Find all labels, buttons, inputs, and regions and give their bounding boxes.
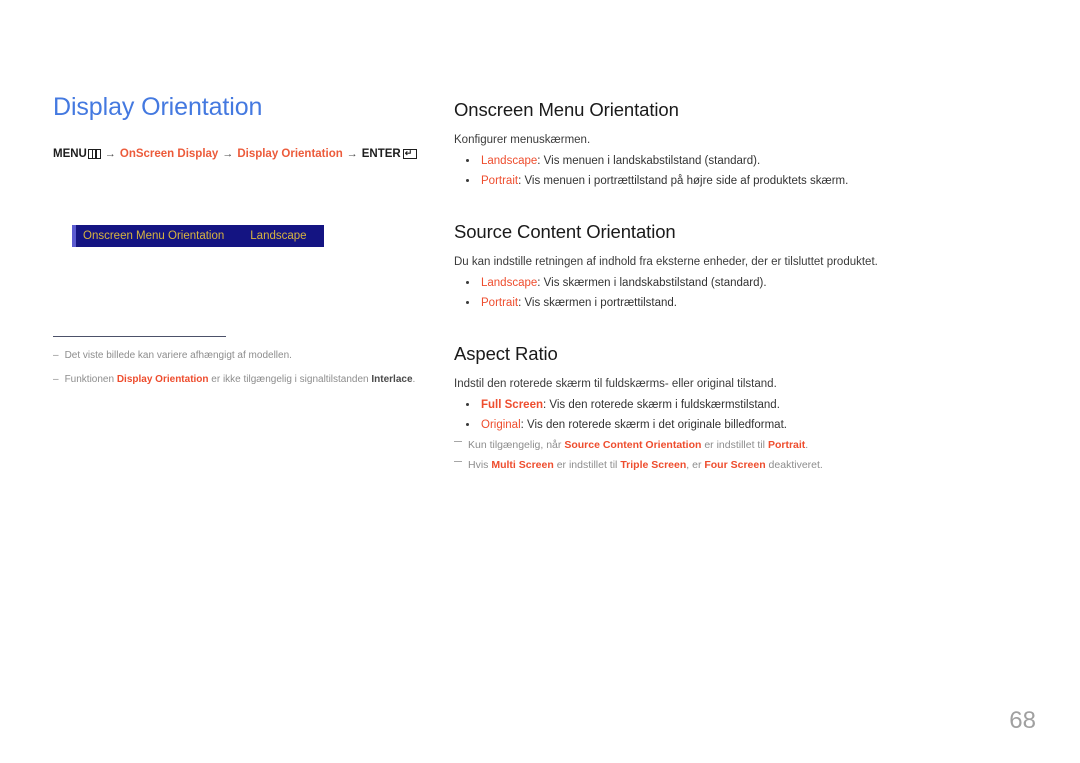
section-2-bullet-0-fragment-0[interactable]: Full Screen <box>481 399 543 411</box>
section-2-subnote-0-fragment-4: . <box>805 439 809 451</box>
section-1-bullet-1-fragment-0[interactable]: Portrait <box>481 297 518 309</box>
section-heading: Aspect Ratio <box>454 343 558 364</box>
path-arrow-1: → <box>104 148 116 160</box>
section-2-subnote-0-fragment-2: er indstillet til <box>701 439 768 451</box>
section-0-bullet-0-fragment-0[interactable]: Landscape <box>481 155 537 167</box>
section-2-subnote-1-fragment-0: Hvis <box>468 459 492 471</box>
footnote-1-fragment-4: . <box>412 374 416 385</box>
section-2-subnote-0-fragment-0: Kun tilgængelig, når <box>468 439 565 451</box>
footnote-1-fragment-3[interactable]: Interlace <box>371 374 412 385</box>
footnote-0-fragment-0: Det viste billede kan variere afhængigt … <box>64 350 292 361</box>
section-intro: Konfigurer menuskærmen. <box>454 134 591 146</box>
section-2-subnote-0-fragment-1[interactable]: Source Content Orientation <box>564 439 701 451</box>
section-2-bullet-0-fragment-1: : Vis den roterede skærm i fuldskærmstil… <box>543 399 780 411</box>
menu-path-breadcrumb: MENU → OnScreen Display → Display Orient… <box>53 147 433 161</box>
section-list: Onscreen Menu Orientation Konfigurer menu… <box>454 98 1024 475</box>
section-subnote: Hvis Multi Screen er indstillet til Trip… <box>454 455 1024 475</box>
section-intro: Indstil den roterede skærm til fuldskærm… <box>454 378 777 390</box>
osd-preview-value[interactable]: Landscape <box>250 229 306 243</box>
page-number: 68 <box>1009 707 1036 734</box>
enter-return-icon: ↵ <box>402 148 417 159</box>
left-footnotes: – Det viste billede kan variere afhængigt… <box>53 336 453 397</box>
list-item: Full Screen: Vis den roterede skærm i fu… <box>454 395 1024 415</box>
footnote-1-fragment-1[interactable]: Display Orientation <box>117 374 209 385</box>
footnote-text: Det viste billede kan variere afhængigt … <box>65 349 292 363</box>
right-column: Onscreen Menu Orientation Konfigurer menu… <box>454 98 1024 475</box>
footnote-dash-icon: – <box>53 350 59 361</box>
footnote-item: – Funktionen Display Orientation er ikke … <box>53 373 453 387</box>
section-subnote: Kun tilgængelig, når Source Content Orie… <box>454 435 1024 455</box>
section-2-subnote-1-fragment-5[interactable]: Four Screen <box>704 459 765 471</box>
menu-enter-label: ENTER <box>361 148 401 160</box>
footnote-divider <box>53 336 226 337</box>
menu-path-step-display-orientation[interactable]: Display Orientation <box>237 147 342 161</box>
path-arrow-3: → <box>346 148 358 160</box>
left-column: Display Orientation MENU → OnScreen Disp… <box>53 92 433 161</box>
section: Source Content Orientation Du kan indstil… <box>454 220 1024 313</box>
list-item: Original: Vis den roterede skærm i det o… <box>454 415 1024 435</box>
menu-root-label: MENU <box>53 148 87 160</box>
footnote-text: Funktionen Display Orientation er ikke t… <box>65 373 416 387</box>
section-2-subnote-1-fragment-4: , er <box>686 459 705 471</box>
footnote-list: – Det viste billede kan variere afhængigt… <box>53 349 453 387</box>
list-item: Portrait: Vis skærmen i portrættilstand. <box>454 293 1024 313</box>
section-bullet-list: Full Screen: Vis den roterede skærm i fu… <box>454 395 1024 435</box>
section-2-bullet-1-fragment-1: : Vis den roterede skærm i det originale… <box>520 419 787 431</box>
section-2-subnote-1-fragment-1[interactable]: Multi Screen <box>491 459 553 471</box>
footnote-item: – Det viste billede kan variere afhængigt… <box>53 349 453 363</box>
section-2-subnote-1-fragment-3[interactable]: Triple Screen <box>620 459 686 471</box>
path-arrow-2: → <box>222 148 234 160</box>
section: Onscreen Menu Orientation Konfigurer menu… <box>454 98 1024 191</box>
section-1-bullet-0-fragment-1: : Vis skærmen i landskabstilstand (stand… <box>537 277 767 289</box>
osd-preview-label: Onscreen Menu Orientation <box>83 230 225 242</box>
page-title: Display Orientation <box>53 93 263 121</box>
manual-page: Display Orientation MENU → OnScreen Disp… <box>0 0 1080 763</box>
section-heading: Source Content Orientation <box>454 221 676 242</box>
section-1-bullet-1-fragment-1: : Vis skærmen i portrættilstand. <box>518 297 678 309</box>
menu-path-step-onscreen-display[interactable]: OnScreen Display <box>120 147 218 161</box>
section-bullet-list: Landscape: Vis menuen i landskabstilstan… <box>454 151 1024 191</box>
section-2-subnote-1-fragment-6: deaktiveret. <box>765 459 823 471</box>
footnote-1-fragment-2: er ikke tilgængelig i signaltilstanden <box>208 374 372 385</box>
section-2-subnote-0-fragment-3[interactable]: Portrait <box>768 439 805 451</box>
footnote-1-fragment-0: Funktionen <box>64 374 117 385</box>
list-item: Landscape: Vis skærmen i landskabstilsta… <box>454 273 1024 293</box>
list-item: Portrait: Vis menuen i portrættilstand p… <box>454 171 1024 191</box>
osd-preview-row[interactable]: Onscreen Menu Orientation Landscape <box>72 225 324 247</box>
section-0-bullet-1-fragment-1: : Vis menuen i portrættilstand på højre … <box>518 175 849 187</box>
section: Aspect Ratio Indstil den roterede skærm t… <box>454 342 1024 475</box>
section-1-bullet-0-fragment-0[interactable]: Landscape <box>481 277 537 289</box>
menu-bars-icon <box>87 149 101 159</box>
section-2-bullet-1-fragment-0[interactable]: Original <box>481 419 521 431</box>
section-0-bullet-0-fragment-1: : Vis menuen i landskabstilstand (standa… <box>537 155 761 167</box>
section-heading: Onscreen Menu Orientation <box>454 99 679 120</box>
list-item: Landscape: Vis menuen i landskabstilstan… <box>454 151 1024 171</box>
section-0-bullet-1-fragment-0[interactable]: Portrait <box>481 175 518 187</box>
footnote-dash-icon: – <box>53 374 59 385</box>
section-2-subnote-1-fragment-2: er indstillet til <box>553 459 621 471</box>
section-bullet-list: Landscape: Vis skærmen i landskabstilsta… <box>454 273 1024 313</box>
section-intro: Du kan indstille retningen af indhold fr… <box>454 256 878 268</box>
